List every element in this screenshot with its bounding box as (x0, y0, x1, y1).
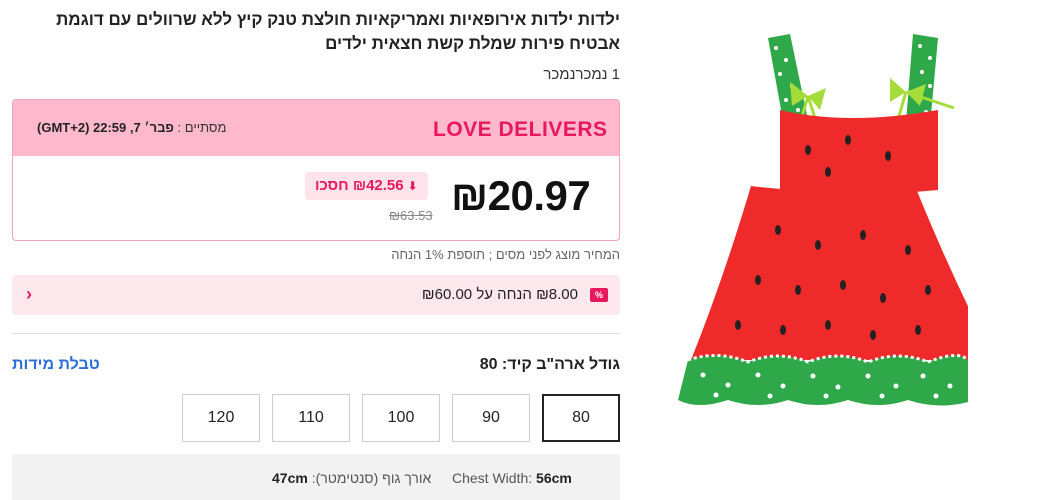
coupon-text: ₪8.00 הנחה על ₪60.00 (421, 286, 578, 303)
current-price: ₪20.97 (451, 172, 591, 219)
promo-brand-logo: LOVE DELIVERS (433, 118, 608, 141)
size-option-110[interactable]: 110 (272, 394, 350, 442)
chest-width-label: Chest Width: (452, 470, 533, 486)
promo-ends-value: פבר׳ 7, 22:59 (GMT+2) (37, 120, 174, 135)
body-length-value: 47cm (272, 470, 308, 486)
divider (12, 333, 620, 334)
measurements-panel: Chest Width: 56cm אורך גוף (סנטימטר): 47… (12, 454, 620, 500)
size-option-100[interactable]: 100 (362, 394, 440, 442)
product-image (678, 34, 968, 406)
chest-width: Chest Width: 56cm (452, 470, 572, 486)
promo-countdown: מסתיים : פבר׳ 7, 22:59 (GMT+2) (37, 120, 226, 135)
coupon-banner[interactable]: % ₪8.00 הנחה על ₪60.00 ‹ (12, 275, 620, 315)
chevron-left-icon[interactable]: ‹ (26, 284, 32, 305)
body-length-label: אורך גוף (סנטימטר): (311, 470, 432, 486)
coupon-tag-icon: % (590, 288, 608, 302)
savings-badge: ⬇ ₪42.56 חסכו (305, 172, 428, 200)
chest-width-value: 56cm (536, 470, 572, 486)
size-options: 80 90 100 110 120 (182, 394, 620, 442)
size-option-80[interactable]: 80 (542, 394, 620, 442)
size-option-90[interactable]: 90 (452, 394, 530, 442)
size-chart-link[interactable]: טבלת מידות (12, 356, 100, 374)
size-label: גודל ארה"ב קיד: 80 (479, 356, 620, 373)
promo-ends-label: מסתיים : (177, 120, 227, 135)
original-price: ₪63.53 (389, 208, 433, 223)
promo-box: LOVE DELIVERS מסתיים : פבר׳ 7, 22:59 (GM… (12, 99, 620, 241)
down-arrow-icon: ⬇ (407, 179, 418, 193)
promo-header: LOVE DELIVERS מסתיים : פבר׳ 7, 22:59 (GM… (13, 100, 619, 156)
savings-text: ₪42.56 חסכו (315, 177, 404, 194)
product-title: ילדות ילדות אירופאיות ואמריקאיות חולצת ט… (56, 10, 620, 53)
body-length: אורך גוף (סנטימטר): 47cm (272, 470, 431, 486)
sold-count: 1 נמכרנמכר (543, 66, 620, 83)
size-option-120[interactable]: 120 (182, 394, 260, 442)
dress-straps (768, 34, 938, 126)
tax-note: המחיר מוצג לפני מסים ; תוספת 1% הנחה (391, 247, 620, 262)
